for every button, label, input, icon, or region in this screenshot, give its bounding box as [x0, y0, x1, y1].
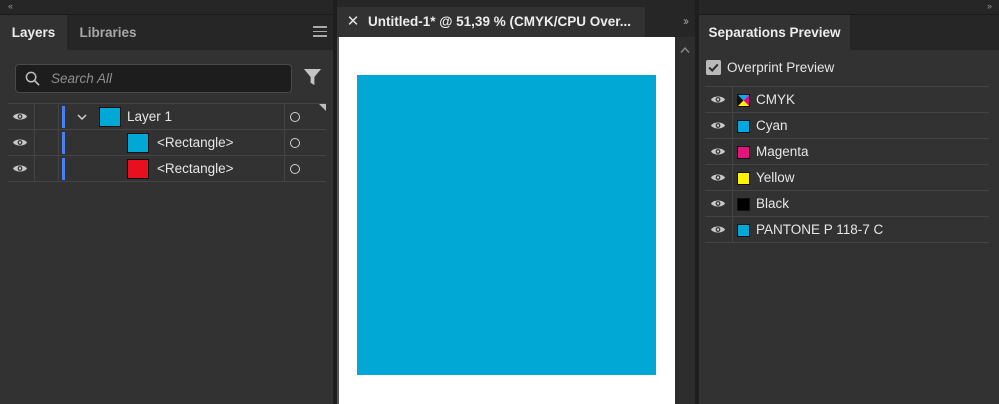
visibility-eye-icon[interactable] — [710, 146, 726, 157]
selection-corner-icon — [319, 104, 326, 111]
separation-row-cmyk[interactable]: CMYK — [705, 87, 989, 113]
tab-libraries[interactable]: Libraries — [67, 15, 149, 50]
overprint-preview-checkbox[interactable] — [706, 60, 721, 75]
black-swatch — [737, 198, 750, 211]
object-name[interactable]: <Rectangle> — [157, 156, 234, 182]
chevron-down-icon[interactable] — [76, 111, 88, 123]
visibility-eye-icon[interactable] — [710, 224, 726, 235]
separation-label: Cyan — [756, 118, 788, 133]
separation-row-yellow[interactable]: Yellow — [705, 165, 989, 191]
separation-row-cyan[interactable]: Cyan — [705, 113, 989, 139]
panel-collapse-bar[interactable]: ›› — [699, 0, 999, 15]
panel-collapse-bar[interactable]: ‹‹ — [0, 0, 333, 15]
tab-layers[interactable]: Layers — [0, 15, 67, 50]
spot-color-swatch — [737, 224, 750, 237]
search-input[interactable] — [51, 65, 281, 92]
visibility-eye-icon[interactable] — [710, 198, 726, 209]
document-area: ✕ Untitled-1* @ 51,39 % (CMYK/CPU Over..… — [337, 0, 695, 404]
layer-thumbnail — [99, 107, 121, 127]
separations-panel: ›› Separations Preview Overprint Preview — [699, 0, 999, 404]
object-target-circle-icon[interactable] — [290, 164, 300, 174]
layers-panel: ‹‹ Layers Libraries Search All Layer 1 <… — [0, 0, 333, 404]
visibility-eye-icon[interactable] — [710, 172, 726, 183]
search-icon — [25, 71, 40, 86]
visibility-eye-icon[interactable] — [12, 163, 28, 174]
document-tab-bar: ✕ Untitled-1* @ 51,39 % (CMYK/CPU Over..… — [337, 7, 695, 37]
artboard[interactable] — [339, 37, 675, 404]
layer-color-indicator — [62, 106, 65, 128]
separation-row-pantone[interactable]: PANTONE P 118-7 C — [705, 217, 989, 243]
overprint-preview-label[interactable]: Overprint Preview — [727, 59, 834, 77]
layer-color-indicator — [62, 132, 65, 154]
layers-tab-bar: Layers Libraries — [0, 15, 333, 50]
visibility-eye-icon[interactable] — [12, 111, 28, 122]
visibility-eye-icon[interactable] — [710, 120, 726, 131]
expand-panels-icon[interactable]: ›› — [987, 0, 992, 13]
object-thumbnail — [127, 133, 149, 153]
panel-menu-icon[interactable] — [313, 26, 327, 38]
separation-row-magenta[interactable]: Magenta — [705, 139, 989, 165]
collapse-panels-icon[interactable]: ‹‹ — [8, 0, 13, 13]
layer-row[interactable]: Layer 1 — [8, 104, 326, 130]
layer-target-circle-icon[interactable] — [290, 112, 300, 122]
layer-row[interactable]: <Rectangle> — [8, 130, 326, 156]
document-title: Untitled-1* @ 51,39 % (CMYK/CPU Over... — [368, 14, 631, 29]
separation-label: CMYK — [756, 92, 796, 107]
document-tab[interactable]: ✕ Untitled-1* @ 51,39 % (CMYK/CPU Over..… — [337, 7, 645, 37]
filter-icon[interactable] — [303, 68, 322, 87]
chevron-up-icon[interactable] — [680, 46, 690, 54]
cmyk-composite-swatch-icon — [737, 94, 750, 107]
tabs-overflow-icon[interactable]: ›› — [683, 14, 689, 28]
layers-list: Layer 1 <Rectangle> <Rectangle> — [8, 103, 326, 182]
yellow-swatch — [737, 172, 750, 185]
document-top-bar — [337, 0, 695, 7]
separation-label: PANTONE P 118-7 C — [756, 222, 884, 237]
separations-list: CMYK Cyan Magenta Yellow Black PANTONE P… — [705, 86, 989, 243]
separation-label: Black — [756, 196, 790, 211]
object-name[interactable]: <Rectangle> — [157, 130, 234, 156]
separations-tab-bar: Separations Preview — [699, 15, 999, 50]
tab-separations-preview[interactable]: Separations Preview — [699, 15, 850, 50]
layer-row[interactable]: <Rectangle> — [8, 156, 326, 182]
visibility-eye-icon[interactable] — [12, 137, 28, 148]
magenta-swatch — [737, 146, 750, 159]
object-target-circle-icon[interactable] — [290, 138, 300, 148]
vertical-scrollbar[interactable] — [675, 37, 695, 404]
separation-row-black[interactable]: Black — [705, 191, 989, 217]
cyan-rectangle[interactable] — [357, 75, 656, 375]
object-thumbnail — [127, 159, 149, 179]
separation-label: Magenta — [756, 144, 809, 159]
layer-color-indicator — [62, 158, 65, 180]
search-box — [15, 64, 292, 93]
layer-name[interactable]: Layer 1 — [127, 104, 172, 130]
cyan-swatch — [737, 120, 750, 133]
separation-label: Yellow — [756, 170, 795, 185]
visibility-eye-icon[interactable] — [710, 94, 726, 105]
close-icon[interactable]: ✕ — [345, 13, 361, 31]
